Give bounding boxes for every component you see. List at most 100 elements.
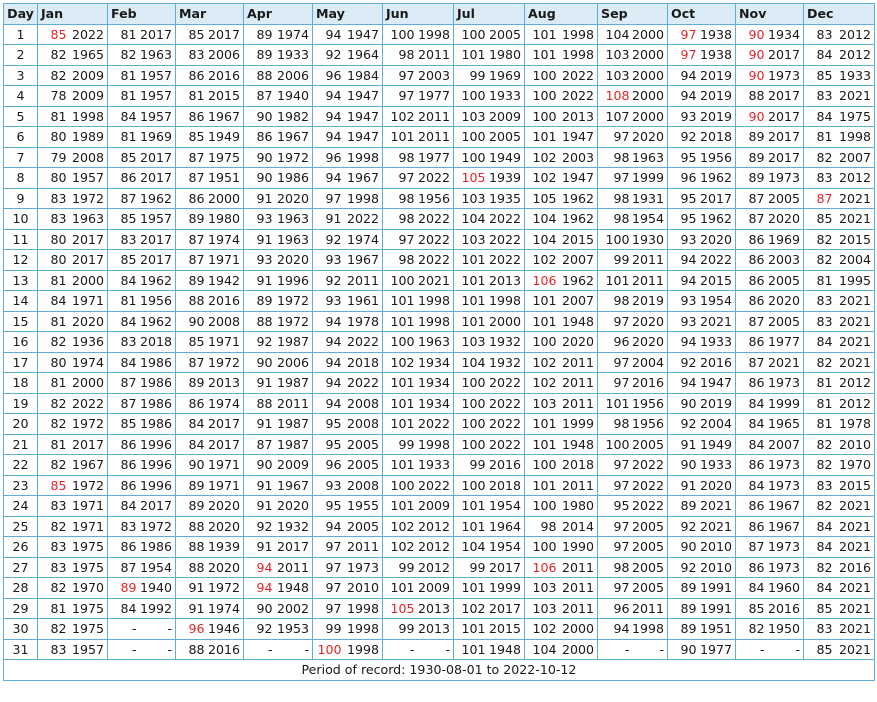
record-temp-cell: 85: [175, 126, 206, 148]
record-year-cell: 2021: [833, 536, 875, 558]
record-temp-cell: 105: [382, 597, 416, 619]
record-temp-cell: 99: [453, 454, 487, 476]
record-temp-cell: 88: [243, 64, 274, 86]
record-temp-cell: 100: [453, 392, 487, 414]
record-temp-cell: 92: [312, 269, 343, 291]
record-year-cell: 1996: [137, 474, 176, 496]
table-footer: Period of record: 1930-08-01 to 2022-10-…: [3, 659, 875, 681]
record-year-cell: 1957: [137, 105, 176, 127]
record-year-cell: 2005: [342, 433, 383, 455]
record-year-cell: 2017: [273, 536, 313, 558]
record-temp-cell: 101: [524, 474, 558, 496]
record-temp-cell: 98: [382, 44, 416, 66]
record-temp-cell: 87: [175, 146, 206, 168]
record-temp-cell: 87: [735, 310, 766, 332]
record-temp-cell: 92: [667, 413, 698, 435]
record-temp-cell: 101: [382, 413, 416, 435]
record-year-cell: 1971: [205, 331, 244, 353]
record-year-cell: 2008: [342, 413, 383, 435]
record-temp-cell: 84: [735, 413, 766, 435]
record-temp-cell: 80: [37, 351, 68, 373]
record-year-cell: 2017: [765, 126, 804, 148]
record-year-cell: 2005: [486, 126, 525, 148]
record-temp-cell: 86: [735, 269, 766, 291]
day-cell: 28: [3, 577, 38, 599]
record-temp-cell: 100: [453, 372, 487, 394]
record-temp-cell: 86: [175, 187, 206, 209]
record-temp-cell: 100: [597, 433, 631, 455]
day-cell: 18: [3, 372, 38, 394]
record-temp-cell: 80: [37, 126, 68, 148]
record-temp-cell: 100: [524, 64, 558, 86]
record-temp-cell: 85: [175, 331, 206, 353]
record-year-cell: 2011: [630, 597, 668, 619]
record-temp-cell: 83: [37, 556, 68, 578]
record-temp-cell: 87: [735, 187, 766, 209]
table-row: 5 81 1998 84 1957 86 1967 90 1982 94 1947 102 2011 10…: [3, 105, 875, 127]
record-year-cell: 2020: [273, 249, 313, 271]
record-temp-cell: 87: [107, 392, 138, 414]
record-year-cell: 2020: [697, 228, 736, 250]
record-year-cell: 2003: [415, 64, 454, 86]
day-cell: 26: [3, 536, 38, 558]
record-temp-cell: 91: [175, 597, 206, 619]
record-year-cell: 2005: [630, 536, 668, 558]
record-temp-cell: 101: [453, 290, 487, 312]
record-temp-cell: 88: [243, 392, 274, 414]
record-year-cell: 2020: [765, 290, 804, 312]
record-year-cell: 2017: [765, 44, 804, 66]
record-temp-cell: 98: [597, 290, 631, 312]
record-temp-cell: 97: [597, 351, 631, 373]
record-temp-cell: 80: [37, 167, 68, 189]
record-year-cell: 2017: [697, 187, 736, 209]
record-year-cell: 1999: [765, 392, 804, 414]
record-year-cell: 2021: [765, 351, 804, 373]
record-year-cell: 2017: [205, 23, 244, 45]
record-year-cell: 2022: [415, 228, 454, 250]
record-temp-cell: 107: [597, 105, 631, 127]
record-temp-cell: 82: [803, 228, 834, 250]
record-year-cell: 1934: [415, 372, 454, 394]
record-year-cell: 1930: [630, 228, 668, 250]
record-year-cell: 2022: [557, 85, 598, 107]
record-year-cell: 1998: [342, 146, 383, 168]
record-year-cell: 2010: [697, 536, 736, 558]
record-year-cell: 2021: [697, 515, 736, 537]
record-year-cell: 2013: [205, 372, 244, 394]
record-year-cell: 1972: [205, 577, 244, 599]
record-year-cell: 1967: [342, 167, 383, 189]
record-temp-cell: 82: [803, 146, 834, 168]
record-temp-cell: 85: [37, 474, 68, 496]
record-year-cell: 2018: [486, 474, 525, 496]
record-year-cell: 1973: [342, 556, 383, 578]
record-year-cell: 1999: [557, 413, 598, 435]
record-year-cell: 1977: [765, 331, 804, 353]
record-temp-cell: 90: [243, 351, 274, 373]
record-year-cell: 2017: [137, 228, 176, 250]
record-year-cell: 2009: [415, 495, 454, 517]
record-year-cell: 2013: [415, 597, 454, 619]
record-year-cell: 2009: [415, 577, 454, 599]
header-month-nov: Nov: [735, 3, 804, 25]
record-year-cell: 2005: [630, 556, 668, 578]
record-year-cell: 2003: [765, 249, 804, 271]
record-temp-cell: 87: [107, 187, 138, 209]
record-year-cell: 1957: [137, 208, 176, 230]
record-temp-cell: 93: [667, 105, 698, 127]
record-temp-cell: 103: [597, 44, 631, 66]
record-temp-cell: 97: [597, 372, 631, 394]
record-year-cell: 1973: [765, 556, 804, 578]
record-temp-cell: 87: [175, 249, 206, 271]
record-temp-cell: 103: [453, 187, 487, 209]
record-year-cell: 1973: [765, 372, 804, 394]
record-temp-cell: 90: [243, 146, 274, 168]
record-year-cell: 1962: [137, 310, 176, 332]
day-cell: 15: [3, 310, 38, 332]
record-year-cell: 2021: [415, 269, 454, 291]
record-temp-cell: 81: [803, 126, 834, 148]
record-year-cell: 2000: [630, 64, 668, 86]
table-row: 17 80 1974 84 1986 87 1972 90 2006 94 2018 102 1934 1…: [3, 351, 875, 373]
record-year-cell: 2021: [833, 290, 875, 312]
record-temp-cell: 103: [524, 597, 558, 619]
record-year-cell: 1953: [273, 618, 313, 640]
